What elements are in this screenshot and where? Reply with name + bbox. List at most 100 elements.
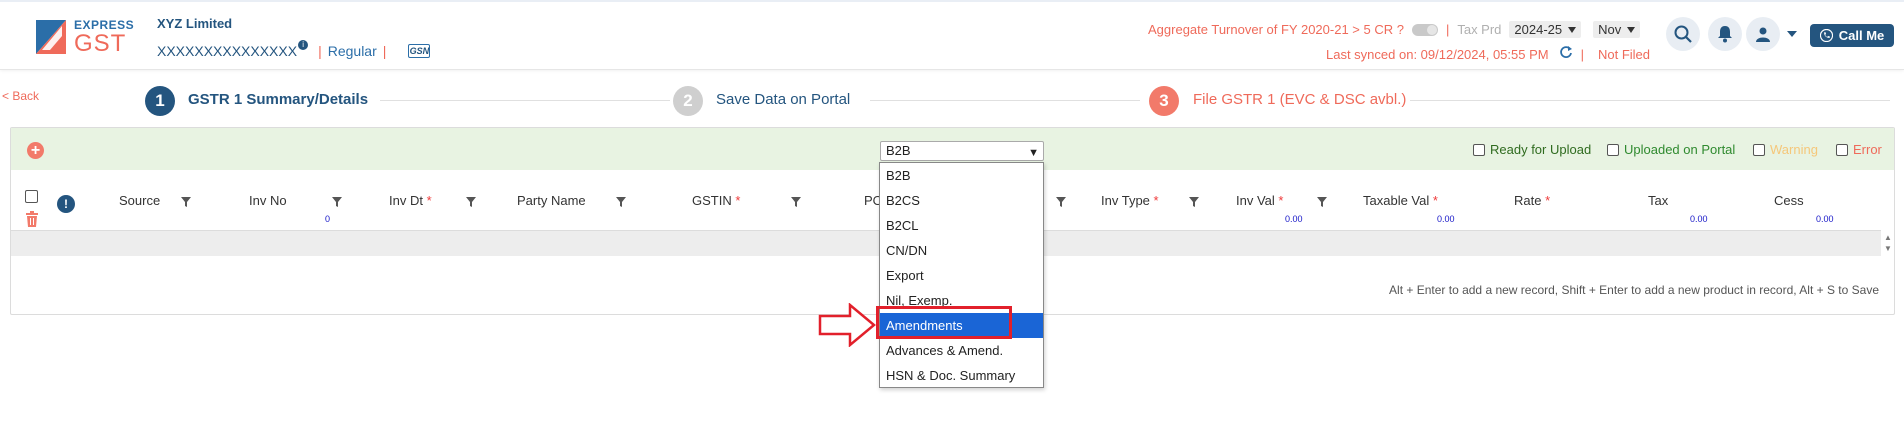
year-select[interactable]: 2024-25 [1509, 21, 1582, 38]
express-gst-logo[interactable]: EXPRESS GST [36, 16, 136, 57]
legend-error[interactable]: Error [1836, 142, 1882, 157]
tax-period-label: Tax Prd [1457, 22, 1502, 37]
bell-icon [1718, 26, 1732, 43]
step-1-number[interactable]: 1 [145, 86, 175, 116]
dropdown-option-export[interactable]: Export [880, 263, 1043, 288]
legend-ready-for-upload[interactable]: Ready for Upload [1473, 142, 1591, 157]
legend-label: Ready for Upload [1490, 142, 1592, 157]
cess-total: 0.00 [1816, 214, 1834, 224]
column-inv-no[interactable]: Inv No [249, 193, 287, 208]
year-value: 2024-25 [1514, 22, 1563, 37]
call-me-button[interactable]: Call Me [1810, 24, 1894, 47]
gstin-value: XXXXXXXXXXXXXXX [157, 43, 298, 59]
taxpayer-type: Regular [327, 43, 377, 59]
section-select-value: B2B [886, 143, 911, 158]
legend-label: Warning [1770, 142, 1818, 157]
step-3-number[interactable]: 3 [1149, 86, 1179, 116]
taxable-val-total: 0.00 [1437, 214, 1455, 224]
chevron-down-icon[interactable] [1787, 31, 1797, 37]
month-select[interactable]: Nov [1593, 21, 1641, 38]
step-2-label[interactable]: Save Data on Portal [716, 91, 850, 108]
vertical-scrollbar[interactable]: ▲ ▼ [1883, 232, 1893, 256]
legend-label: Uploaded on Portal [1624, 142, 1736, 157]
dropdown-option-b2b[interactable]: B2B [880, 163, 1043, 188]
separator: | [318, 43, 322, 59]
dropdown-option-advances-amend[interactable]: Advances & Amend. [880, 338, 1043, 363]
separator: | [382, 43, 387, 59]
arrow-right-icon [818, 303, 876, 347]
filter-icon[interactable] [181, 197, 191, 207]
filter-icon[interactable] [791, 197, 801, 207]
legend-warning[interactable]: Warning [1753, 142, 1818, 157]
step-connector [870, 100, 1140, 101]
column-taxable-val[interactable]: Taxable Val * [1363, 193, 1438, 208]
separator: | [1445, 22, 1450, 37]
error-checkbox[interactable] [1836, 143, 1848, 156]
back-link[interactable]: < Back [2, 89, 39, 103]
step-1-label[interactable]: GSTR 1 Summary/Details [188, 91, 368, 108]
turnover-question: Aggregate Turnover of FY 2020-21 > 5 CR … [1148, 21, 1652, 38]
user-icon [1756, 27, 1770, 42]
dropdown-option-cndn[interactable]: CN/DN [880, 238, 1043, 263]
gsn-badge-icon[interactable]: GSN [408, 44, 431, 58]
step-connector [1410, 100, 1890, 101]
chevron-down-icon: ▼ [1028, 147, 1039, 159]
gstin-line: XXXXXXXXXXXXXXX i | Regular | GSN [157, 40, 431, 59]
step-3-label[interactable]: File GSTR 1 (EVC & DSC avbl.) [1193, 91, 1406, 108]
filter-icon[interactable] [1189, 197, 1199, 207]
column-party-name[interactable]: Party Name [517, 193, 586, 208]
step-connector [380, 100, 670, 101]
uploaded-on-portal-checkbox[interactable] [1607, 143, 1619, 156]
status-alert-icon: ! [57, 195, 75, 213]
search-button[interactable] [1666, 17, 1700, 51]
dropdown-option-b2cs[interactable]: B2CS [880, 188, 1043, 213]
dropdown-option-hsn-doc-summary[interactable]: HSN & Doc. Summary [880, 363, 1043, 388]
separator: | [1580, 46, 1584, 62]
logo-mark-icon [36, 20, 66, 54]
search-icon [1674, 25, 1692, 43]
inv-no-count: 0 [325, 214, 331, 224]
step-2-number[interactable]: 2 [673, 86, 703, 116]
dropdown-option-b2cl[interactable]: B2CL [880, 213, 1043, 238]
column-cess[interactable]: Cess [1774, 193, 1804, 208]
warning-checkbox[interactable] [1753, 143, 1765, 156]
keyboard-shortcut-hint: Alt + Enter to add a new record, Shift +… [1389, 283, 1879, 297]
column-inv-dt[interactable]: Inv Dt * [389, 193, 432, 208]
filter-icon[interactable] [332, 197, 342, 207]
top-header: EXPRESS GST XYZ Limited XXXXXXXXXXXXXXX … [0, 0, 1904, 70]
sync-status: Last synced on: 09/12/2024, 05:55 PM | N… [1326, 45, 1650, 63]
column-inv-type[interactable]: Inv Type * [1101, 193, 1159, 208]
filter-icon[interactable] [466, 197, 476, 207]
inv-val-total: 0.00 [1285, 214, 1303, 224]
company-name: XYZ Limited [157, 16, 233, 31]
column-rate[interactable]: Rate * [1514, 193, 1550, 208]
column-source[interactable]: Source [119, 193, 160, 208]
add-record-button[interactable]: + [27, 142, 44, 159]
ready-for-upload-checkbox[interactable] [1473, 143, 1485, 156]
tax-total: 0.00 [1690, 214, 1708, 224]
logo-gst-text: GST [74, 30, 127, 57]
refresh-icon[interactable] [1559, 45, 1573, 63]
column-tax[interactable]: Tax [1648, 193, 1668, 208]
filing-status: Not Filed [1598, 46, 1651, 62]
section-select[interactable]: B2B ▼ [880, 141, 1044, 161]
legend-uploaded-on-portal[interactable]: Uploaded on Portal [1607, 142, 1735, 157]
turnover-toggle[interactable] [1411, 23, 1438, 36]
phone-icon [1819, 29, 1833, 42]
section-dropdown-list[interactable]: B2B B2CS B2CL CN/DN Export Nil, Exemp. A… [879, 162, 1044, 388]
column-inv-val[interactable]: Inv Val * [1236, 193, 1283, 208]
caret-down-icon [1568, 26, 1577, 33]
filter-icon[interactable] [1317, 197, 1327, 207]
notifications-button[interactable] [1708, 17, 1742, 51]
select-all-checkbox[interactable] [25, 190, 38, 203]
caret-down-icon [1627, 26, 1636, 33]
last-synced-text: Last synced on: 09/12/2024, 05:55 PM [1326, 46, 1549, 62]
user-menu-button[interactable] [1746, 17, 1780, 51]
filter-icon[interactable] [1056, 197, 1066, 207]
filter-icon[interactable] [616, 197, 626, 207]
column-gstin[interactable]: GSTIN * [692, 193, 740, 208]
info-icon[interactable]: i [298, 40, 309, 50]
trash-icon[interactable] [24, 210, 40, 228]
highlight-box [876, 306, 1012, 339]
legend-label: Error [1853, 142, 1882, 157]
